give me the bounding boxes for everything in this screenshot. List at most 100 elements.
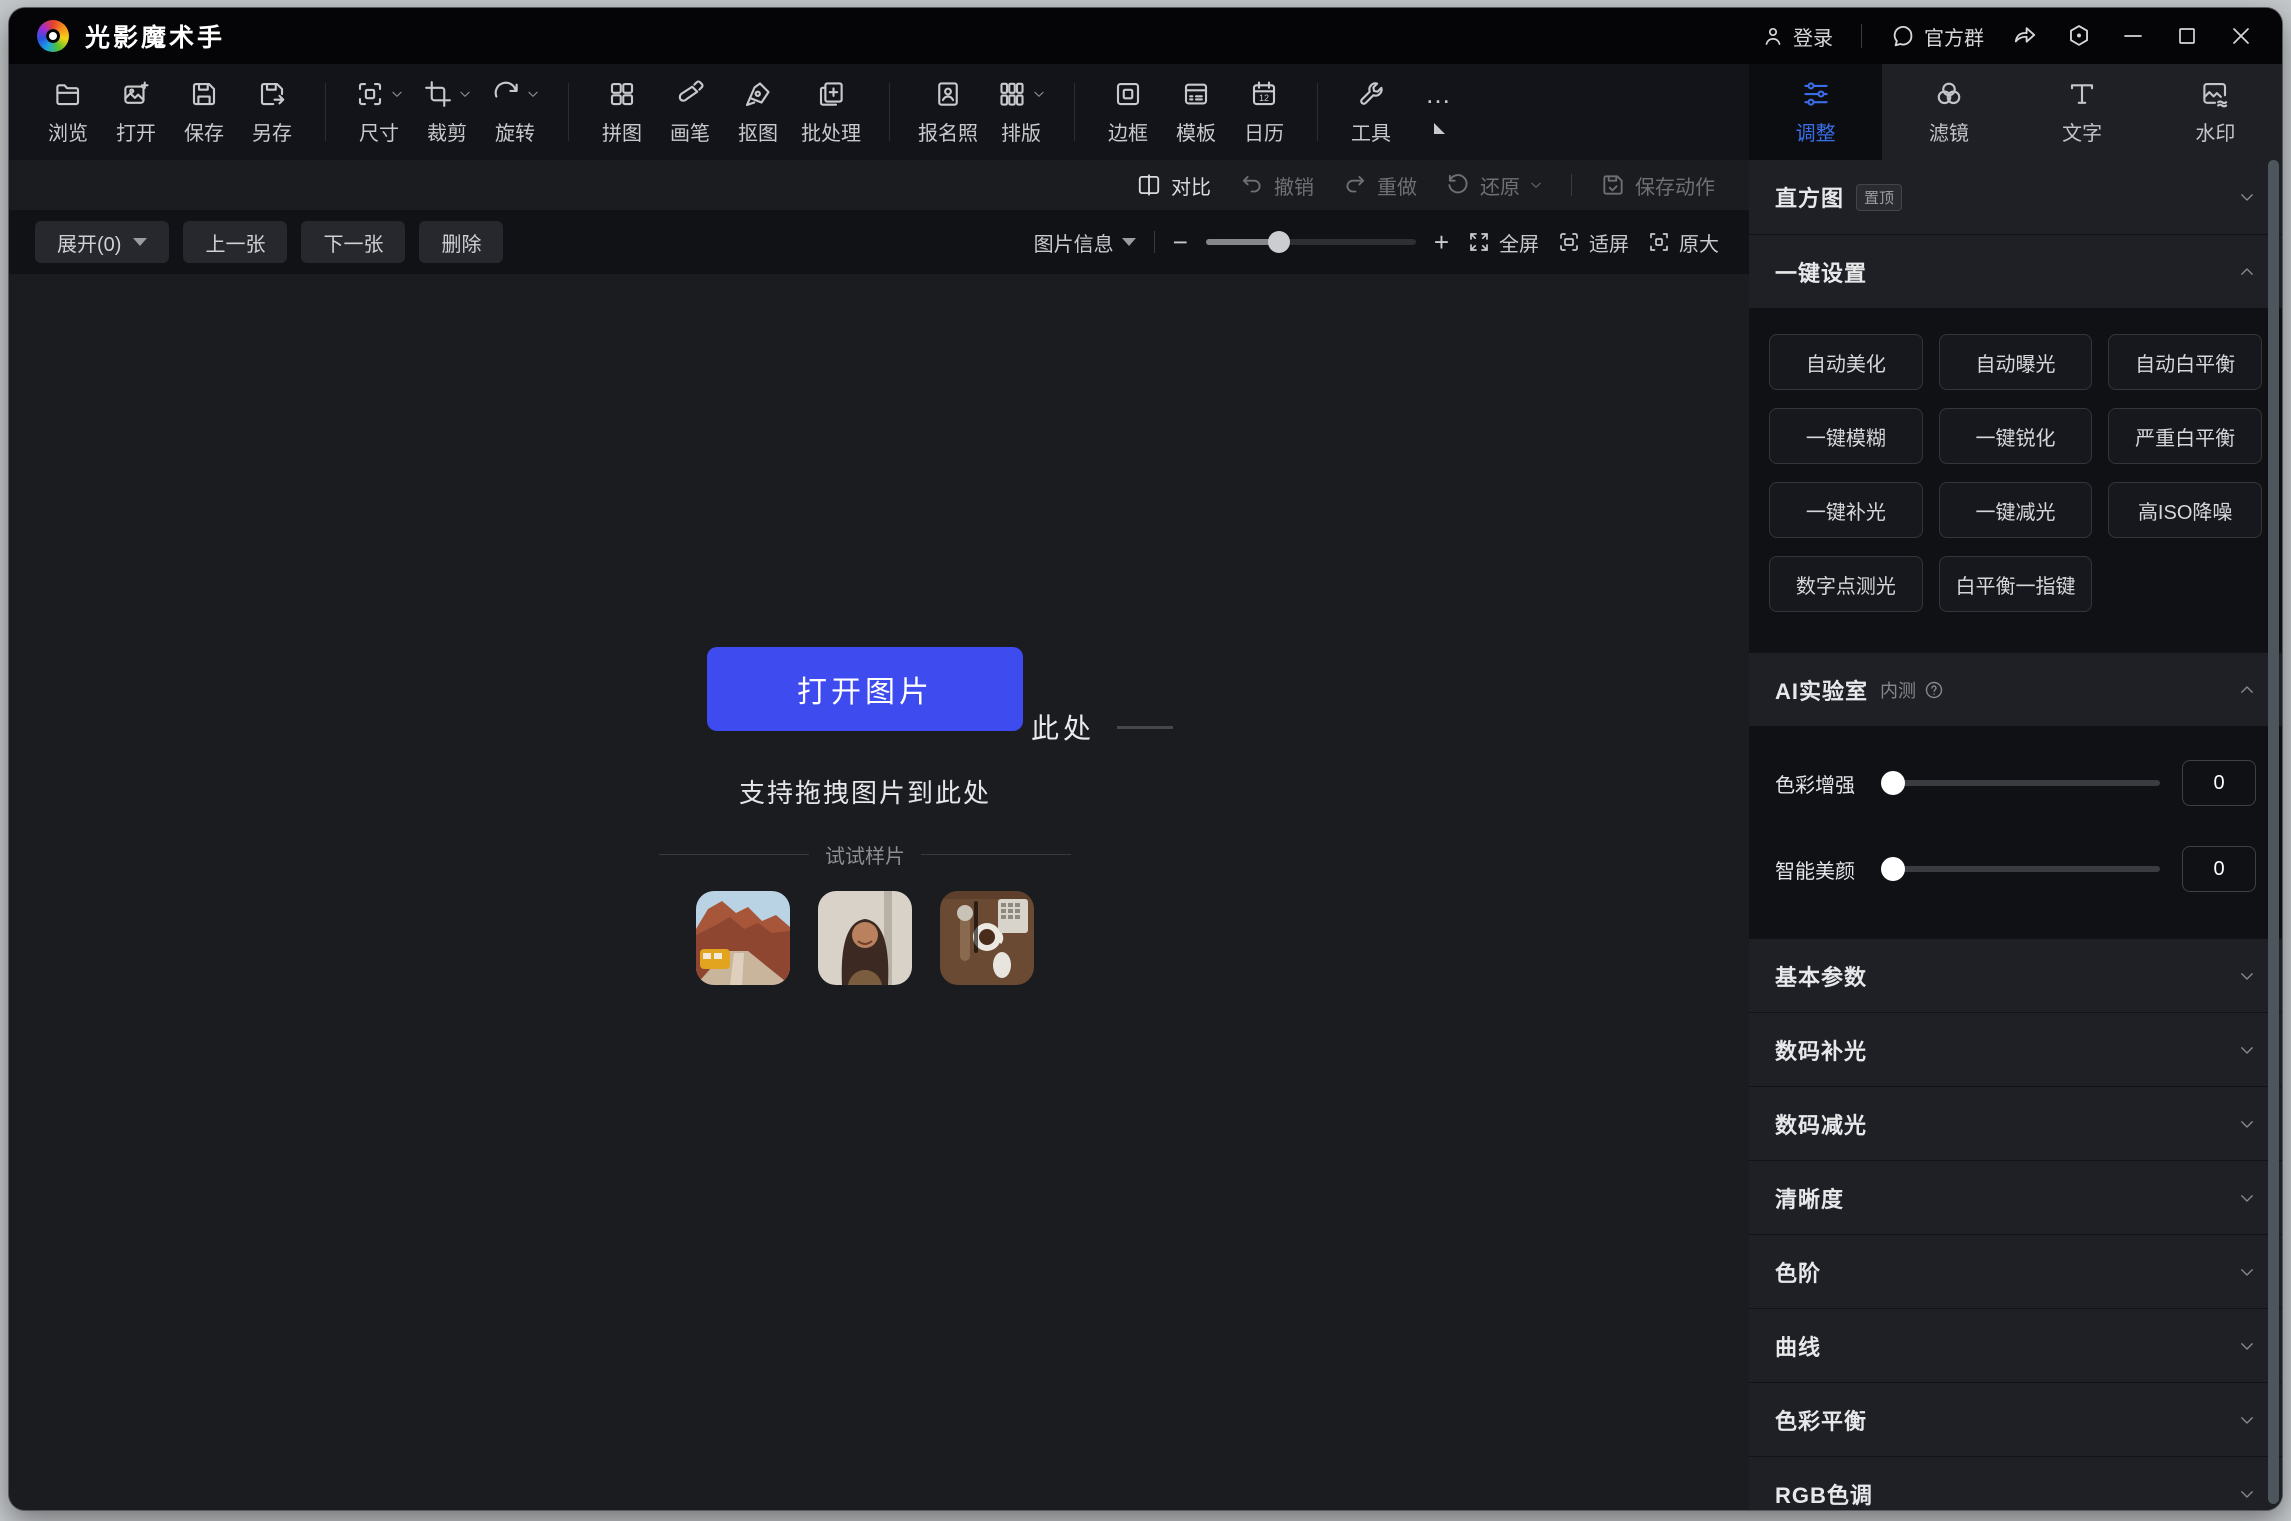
one-key-section-header[interactable]: 一键设置 [1749,234,2282,308]
toolbar-more[interactable]: … [1408,74,1470,138]
color-enhance-slider[interactable] [1881,780,2160,786]
fit-screen-button[interactable]: 适屏 [1557,228,1629,257]
severe-white-balance-button[interactable]: 严重白平衡 [2108,408,2262,464]
toolbar-layout-label: 排版 [1001,117,1041,146]
pin-top-badge[interactable]: 置顶 [1856,184,1902,211]
auto-exposure-button[interactable]: 自动曝光 [1939,334,2093,390]
section-clarity[interactable]: 清晰度 [1749,1160,2282,1234]
zoom-slider[interactable] [1206,239,1416,245]
official-group-label: 官方群 [1924,22,1984,51]
save-action-button[interactable]: 保存动作 [1600,171,1715,200]
prev-button[interactable]: 上一张 [183,221,287,263]
close-icon [2229,24,2253,48]
section-digital-dim-light[interactable]: 数码减光 [1749,1086,2282,1160]
zoom-in-button[interactable]: + [1434,227,1449,258]
chevron-down-icon[interactable] [526,87,540,101]
auto-white-balance-button[interactable]: 自动白平衡 [2108,334,2262,390]
toolbar-size[interactable]: 尺寸 [348,74,410,150]
smart-beauty-slider[interactable] [1881,866,2160,872]
next-button[interactable]: 下一张 [301,221,405,263]
undo-label: 撤销 [1274,171,1314,200]
expand-button[interactable]: 展开(0) [35,221,169,263]
chevron-down-icon[interactable] [1529,178,1543,192]
minimize-button[interactable] [2110,16,2156,56]
toolbar-collage[interactable]: 拼图 [591,74,653,150]
smart-beauty-slider-handle[interactable] [1881,857,1905,881]
compare-button[interactable]: 对比 [1136,171,1211,200]
toolbar-tools[interactable]: 工具 [1340,74,1402,150]
toolbar-template[interactable]: 模板 [1165,74,1227,150]
toolbar-calendar[interactable]: 12 日历 [1233,74,1295,150]
tab-watermark[interactable]: 水印 [2149,64,2282,160]
toolbar-rotate[interactable]: 旋转 [484,74,546,150]
toolbar-batch[interactable]: 批处理 [795,74,867,150]
undo-button[interactable]: 撤销 [1239,171,1314,200]
toolbar-open-label: 打开 [116,117,156,146]
settings-button[interactable] [2056,16,2102,56]
redo-button[interactable]: 重做 [1342,171,1417,200]
high-iso-denoise-button[interactable]: 高ISO降噪 [2108,482,2262,538]
toolbar-browse[interactable]: 浏览 [37,74,99,150]
chevron-down-icon[interactable] [1032,87,1046,101]
zoom-slider-handle[interactable] [1268,231,1290,253]
toolbar-cutout[interactable]: 抠图 [727,74,789,150]
one-key-fill-light-button[interactable]: 一键补光 [1769,482,1923,538]
section-basic-params[interactable]: 基本参数 [1749,938,2282,1012]
original-size-button[interactable]: 原大 [1647,228,1719,257]
sample-photo-desert[interactable] [696,891,790,985]
fullscreen-button[interactable]: 全屏 [1467,228,1539,257]
toolbar-border[interactable]: 边框 [1097,74,1159,150]
toolbar-crop[interactable]: 裁剪 [416,74,478,150]
login-button[interactable]: 登录 [1751,16,1843,57]
chevron-down-icon[interactable] [458,87,472,101]
history-divider [1571,174,1572,196]
folder-icon [53,79,83,109]
tab-text[interactable]: 文字 [2016,64,2149,160]
help-icon[interactable] [1924,680,1944,700]
auto-beautify-button[interactable]: 自动美化 [1769,334,1923,390]
chevron-down-icon[interactable] [390,87,404,101]
chevron-down-icon [2238,1115,2256,1133]
toolbar-id-photo[interactable]: 报名照 [912,74,984,150]
sample-photo-desk[interactable] [940,891,1034,985]
one-key-sharpen-button[interactable]: 一键锐化 [1939,408,2093,464]
sample-photo-portrait[interactable] [818,891,912,985]
open-image-icon [121,79,151,109]
official-group-button[interactable]: 官方群 [1880,16,1994,57]
section-levels[interactable]: 色阶 [1749,1234,2282,1308]
toolbar-open[interactable]: 打开 [105,74,167,150]
template-icon [1181,79,1211,109]
bottom-bar: 展开(0) 上一张 下一张 删除 图片信息 − [9,210,1749,274]
open-image-button[interactable]: 打开图片 此处 [707,647,1023,731]
toolbar-crop-label: 裁剪 [427,117,467,146]
histogram-section-header[interactable]: 直方图 置顶 [1749,160,2282,234]
frame-icon [1113,79,1143,109]
redo-label: 重做 [1377,171,1417,200]
tab-filter[interactable]: 滤镜 [1882,64,2015,160]
one-key-dim-light-button[interactable]: 一键减光 [1939,482,2093,538]
section-color-balance[interactable]: 色彩平衡 [1749,1382,2282,1456]
ai-lab-section-header[interactable]: AI实验室 内测 [1749,652,2282,726]
color-enhance-value[interactable]: 0 [2182,760,2256,806]
toolbar-save[interactable]: 保存 [173,74,235,150]
tab-adjust[interactable]: 调整 [1749,64,1882,160]
panel-scrollbar[interactable] [2268,160,2279,1504]
toolbar-save-as[interactable]: 另存 [241,74,303,150]
digital-spot-metering-button[interactable]: 数字点测光 [1769,556,1923,612]
toolbar-brush[interactable]: 画笔 [659,74,721,150]
smart-beauty-value[interactable]: 0 [2182,846,2256,892]
color-enhance-slider-handle[interactable] [1881,771,1905,795]
section-digital-fill-light[interactable]: 数码补光 [1749,1012,2282,1086]
restore-button[interactable]: 还原 [1445,171,1543,200]
delete-button[interactable]: 删除 [419,221,503,263]
zoom-out-button[interactable]: − [1173,227,1188,258]
section-rgb-tone[interactable]: RGB色调 [1749,1456,2282,1510]
toolbar-layout[interactable]: 排版 [990,74,1052,150]
maximize-button[interactable] [2164,16,2210,56]
close-button[interactable] [2218,16,2264,56]
image-info-dropdown[interactable]: 图片信息 [1034,228,1136,257]
section-curves[interactable]: 曲线 [1749,1308,2282,1382]
one-key-blur-button[interactable]: 一键模糊 [1769,408,1923,464]
white-balance-one-touch-button[interactable]: 白平衡一指键 [1939,556,2093,612]
share-button[interactable] [2002,16,2048,56]
